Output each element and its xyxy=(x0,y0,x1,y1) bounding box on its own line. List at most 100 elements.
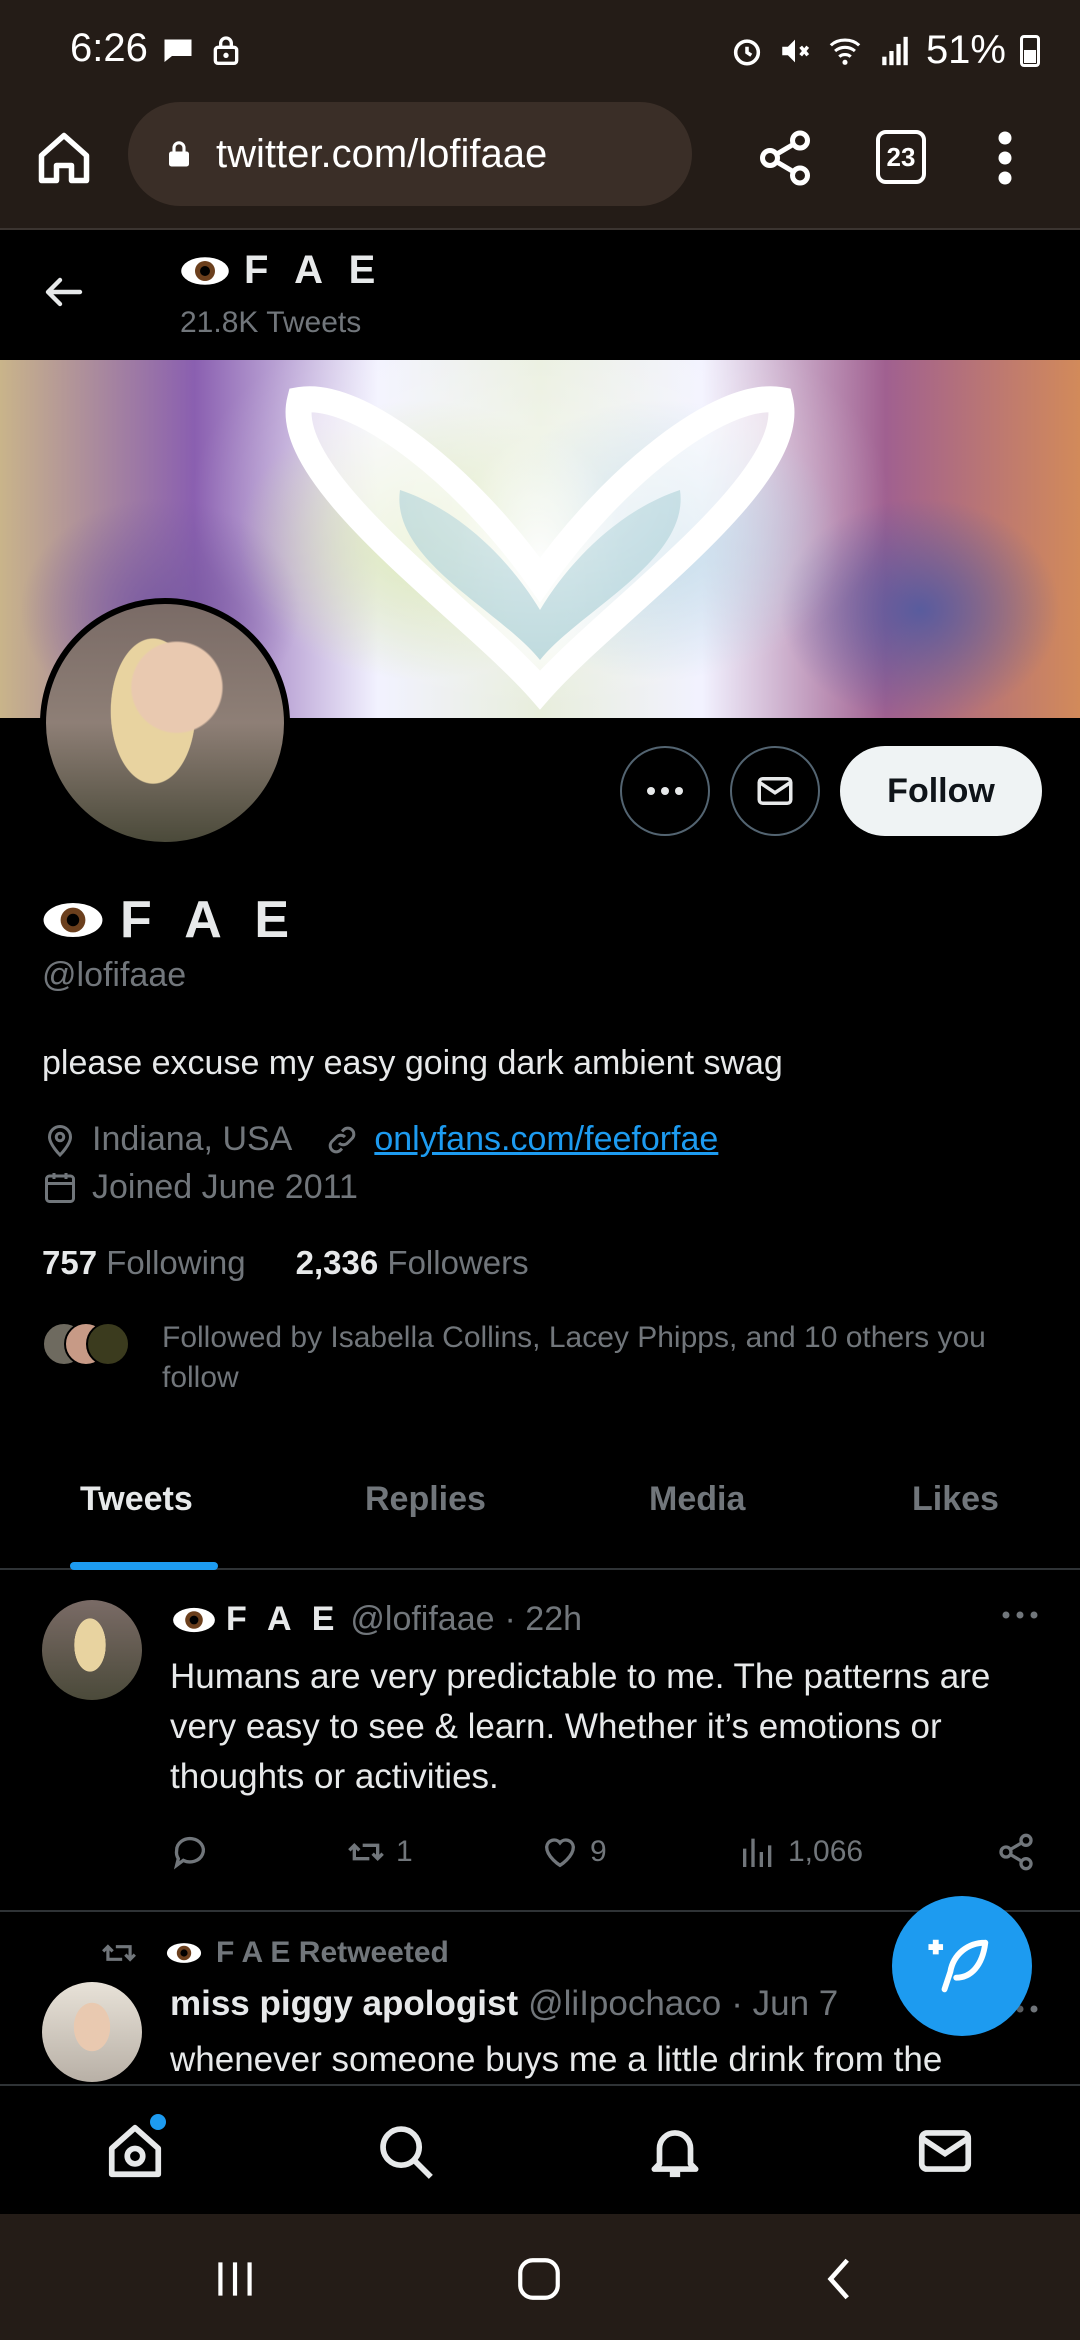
lock-icon xyxy=(169,141,189,167)
follow-counts: 757 Following 2,336 Followers xyxy=(42,1244,529,1282)
retweet-author-handle[interactable]: @liIpochaco xyxy=(528,1984,721,2024)
tab-likes[interactable]: Likes xyxy=(912,1480,999,1519)
following-count: 757 xyxy=(42,1244,98,1281)
nav-messages[interactable] xyxy=(914,2120,976,2182)
tab-media[interactable]: Media xyxy=(649,1480,745,1519)
chat-bubble-icon xyxy=(164,39,192,62)
mute-icon xyxy=(782,39,810,62)
tweet-author-name[interactable]: F A E xyxy=(226,1600,340,1639)
tweet-text: Humans are very predictable to me. The p… xyxy=(170,1657,991,1796)
profile-handle: @lofifaae xyxy=(42,956,187,994)
header-title: F A E xyxy=(180,248,383,293)
retweeted-label-row: F A E Retweeted xyxy=(100,1934,449,1972)
status-left-icons xyxy=(160,32,242,68)
views-count: 1,066 xyxy=(788,1835,864,1868)
url-text: twitter.com/lofifaae xyxy=(216,131,548,176)
profile-name-text: F A E xyxy=(120,891,300,949)
retweet-count: 1 xyxy=(396,1835,413,1868)
retweet-text: whenever someone buys me a little drink … xyxy=(170,2040,943,2079)
followed-by-avatars xyxy=(42,1322,134,1366)
status-time: 6:26 xyxy=(70,26,148,70)
compose-tweet-button[interactable] xyxy=(892,1896,1032,2036)
tab-switcher-button[interactable]: 23 xyxy=(876,130,926,184)
back-button-icon[interactable] xyxy=(816,2254,866,2304)
tweet-item[interactable]: F A E @lofifaae · 22h Humans are very pr… xyxy=(0,1572,1080,1912)
profile-joined-row: Joined June 2011 xyxy=(42,1168,358,1207)
tweet-actions: 1 9 1,066 xyxy=(170,1832,1040,1882)
link-icon xyxy=(329,1126,356,1153)
header-name: F A E xyxy=(244,248,384,292)
retweet-time: · Jun 7 xyxy=(731,1984,839,2023)
reply-button[interactable] xyxy=(170,1832,210,1872)
like-count: 9 xyxy=(590,1835,607,1868)
share-icon[interactable] xyxy=(755,128,815,188)
share-tweet-button[interactable] xyxy=(996,1832,1036,1872)
profile-meta-row: Indiana, USA onlyfans.com/feeforfae xyxy=(42,1120,718,1159)
status-right-icons: 51% xyxy=(730,28,1040,73)
location-pin-icon xyxy=(47,1124,73,1157)
profile-name: F A E xyxy=(42,890,299,950)
search-icon xyxy=(380,2126,433,2179)
retweet-avatar[interactable] xyxy=(42,1982,142,2082)
lock-icon xyxy=(213,36,239,65)
battery-percent: 51% xyxy=(925,28,1006,72)
more-options-button[interactable] xyxy=(620,746,710,836)
tab-replies[interactable]: Replies xyxy=(365,1480,486,1519)
nav-home[interactable] xyxy=(104,2114,166,2182)
followed-by-text: Followed by Isabella Collins, Lacey Phip… xyxy=(162,1321,986,1394)
wifi-icon xyxy=(829,37,861,65)
tweet-more-icon[interactable] xyxy=(1000,1600,1040,1630)
nav-search[interactable] xyxy=(374,2120,436,2182)
retweet-icon xyxy=(348,1842,384,1862)
follow-button[interactable]: Follow xyxy=(840,746,1042,836)
tweet-time: · 22h xyxy=(504,1600,583,1638)
retweet-header: miss piggy apologist @liIpochaco · Jun 7 xyxy=(170,1984,838,2024)
views-button[interactable]: 1,066 xyxy=(738,1832,863,1872)
tweet-avatar[interactable] xyxy=(42,1600,142,1700)
alarm-icon xyxy=(733,38,761,66)
tweet-author-handle[interactable]: @lofifaae xyxy=(350,1600,494,1639)
profile-joined: Joined June 2011 xyxy=(92,1168,358,1206)
profile-website-link[interactable]: onlyfans.com/feeforfae xyxy=(374,1120,718,1159)
nav-notifications[interactable] xyxy=(644,2120,706,2182)
bottom-navigation xyxy=(0,2084,1080,2214)
profile-avatar[interactable] xyxy=(40,598,290,848)
like-button[interactable]: 9 xyxy=(540,1832,607,1872)
eye-emoji-icon xyxy=(166,1943,202,1963)
browser-toolbar: twitter.com/lofifaae 23 xyxy=(0,100,1080,230)
reply-icon xyxy=(173,1836,205,1870)
heart-icon xyxy=(544,1838,576,1868)
retweet-author-name[interactable]: miss piggy apologist xyxy=(170,1984,518,2024)
eye-emoji-icon xyxy=(43,902,103,938)
system-navigation-bar xyxy=(0,2214,1080,2340)
eye-emoji-icon xyxy=(181,256,229,285)
profile-tabs: Tweets Replies Media Likes xyxy=(0,1440,1080,1570)
followers-count: 2,336 xyxy=(295,1244,379,1281)
followers-count-link[interactable]: 2,336 Followers xyxy=(296,1244,529,1282)
profile-location: Indiana, USA xyxy=(92,1120,293,1158)
following-count-link[interactable]: 757 Following xyxy=(42,1244,246,1282)
eye-emoji-icon xyxy=(173,1607,215,1632)
envelope-icon xyxy=(918,2130,972,2172)
back-arrow-icon[interactable] xyxy=(40,268,88,316)
tab-tweets[interactable]: Tweets xyxy=(80,1480,193,1519)
message-button[interactable] xyxy=(730,746,820,836)
battery-icon xyxy=(1020,34,1040,67)
retweeted-label: F A E Retweeted xyxy=(216,1936,449,1969)
views-chart-icon xyxy=(743,1838,772,1867)
calendar-icon xyxy=(45,1172,75,1203)
profile-bio: please excuse my easy going dark ambient… xyxy=(42,1044,783,1082)
followers-label: Followers xyxy=(387,1244,529,1281)
profile-header-bar: F A E 21.8K Tweets xyxy=(0,232,1080,360)
home-button-icon[interactable] xyxy=(514,2254,564,2304)
url-bar[interactable]: twitter.com/lofifaae xyxy=(128,102,692,206)
mini-avatar xyxy=(86,1322,130,1366)
bell-icon xyxy=(651,2130,699,2178)
recent-apps-icon[interactable] xyxy=(210,2254,260,2304)
home-notification-dot xyxy=(150,2114,166,2130)
home-icon[interactable] xyxy=(34,128,94,188)
tweet-header: F A E @lofifaae · 22h xyxy=(172,1600,582,1639)
overflow-menu-icon[interactable] xyxy=(990,128,1020,188)
followed-by-row[interactable]: Followed by Isabella Collins, Lacey Phip… xyxy=(42,1318,1042,1398)
retweet-button[interactable]: 1 xyxy=(346,1832,413,1872)
